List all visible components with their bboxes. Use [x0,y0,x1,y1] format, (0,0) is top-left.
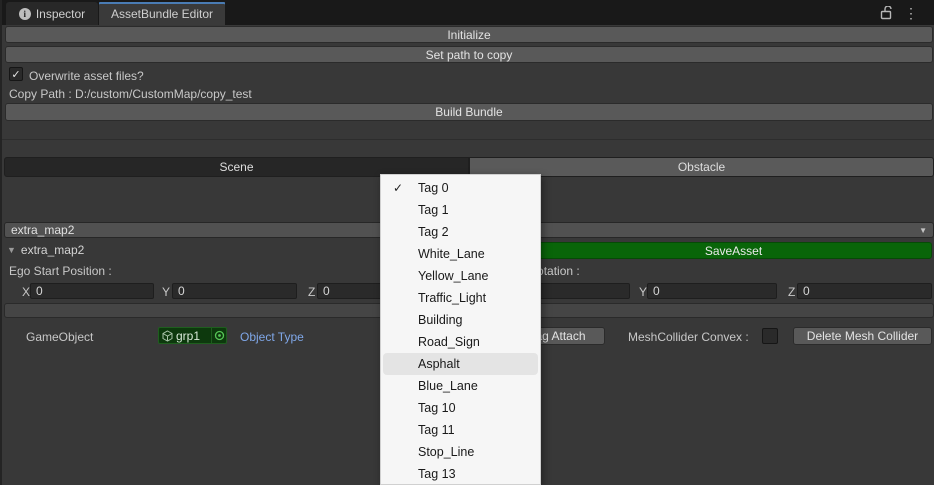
tag-menu-item-label: Tag 13 [418,467,456,481]
tag-menu-item-label: Traffic_Light [418,291,486,305]
tab-inspector[interactable]: i Inspector [6,2,98,25]
tag-menu-item[interactable]: Blue_Lane [383,375,538,397]
tag-menu-item[interactable]: White_Lane [383,243,538,265]
overwrite-checkbox[interactable]: ✓ [9,67,23,81]
tag-menu-item[interactable]: Stop_Line [383,441,538,463]
tab-inspector-label: Inspector [36,7,85,21]
window-tab-bar: i Inspector AssetBundle Editor ⋮ [2,0,934,25]
checkmark-icon: ✓ [393,181,403,195]
tag-menu-item[interactable]: Tag 11 [383,419,538,441]
gameobject-field-value: grp1 [176,329,200,343]
object-picker-icon[interactable] [211,328,226,343]
gameobject-object-field[interactable]: grp1 [158,327,227,344]
tag-menu-item[interactable]: Tag 2 [383,221,538,243]
meshcollider-convex-label: MeshCollider Convex : [628,330,749,344]
position-x-field[interactable]: 0 [30,283,154,299]
assetbundle-editor-window: i Inspector AssetBundle Editor ⋮ Initial… [0,0,934,485]
rotation-y-label: Y [639,285,647,299]
tag-menu-item[interactable]: Building [383,309,538,331]
foldout-arrow-icon: ▼ [7,245,16,255]
tag-menu-item-label: Building [418,313,462,327]
tag-menu-item-label: Blue_Lane [418,379,478,393]
tag-menu-item[interactable]: Yellow_Lane [383,265,538,287]
rotation-y-field[interactable]: 0 [647,283,777,299]
copy-path-text: Copy Path : D:/custom/CustomMap/copy_tes… [9,87,252,101]
delete-mesh-collider-button[interactable]: Delete Mesh Collider [793,327,932,345]
tag-menu-item[interactable]: Road_Sign [383,331,538,353]
section-divider [2,139,934,140]
convex-checkbox[interactable]: ✓ [762,328,778,344]
tag-menu-item-label: White_Lane [418,247,485,261]
window-controls: ⋮ [880,0,934,25]
unlock-icon[interactable] [880,6,892,20]
save-asset-button[interactable]: SaveAsset [535,242,932,259]
position-y-field[interactable]: 0 [172,283,297,299]
tag-menu-item[interactable]: ✓ Tag 0 [383,177,538,199]
object-type-link[interactable]: Object Type [240,330,304,344]
tag-menu-item-label: Tag 2 [418,225,449,239]
checkmark-icon: ✓ [11,68,20,81]
map-select-value: extra_map2 [11,223,74,237]
build-bundle-button[interactable]: Build Bundle [5,103,933,121]
overwrite-label: Overwrite asset files? [29,69,144,83]
tab-assetbundle-editor[interactable]: AssetBundle Editor [99,2,225,25]
map-foldout-label: extra_map2 [21,243,84,257]
tag-menu-item[interactable]: Tag 10 [383,397,538,419]
rotation-z-field[interactable]: 0 [797,283,932,299]
tag-menu-item[interactable]: Asphalt [383,353,538,375]
tag-menu-item-label: Tag 11 [418,423,455,437]
tag-menu-item-label: Stop_Line [418,445,474,459]
tag-menu-item-label: Tag 10 [418,401,456,415]
position-y-label: Y [162,285,170,299]
info-icon: i [19,8,31,20]
tag-menu-item[interactable]: Tag 1 [383,199,538,221]
set-path-to-copy-button[interactable]: Set path to copy [5,46,933,63]
map-foldout[interactable]: ▼ extra_map2 [7,243,84,257]
tag-menu-item[interactable]: Traffic_Light [383,287,538,309]
initialize-button[interactable]: Initialize [5,26,933,43]
tag-menu-item-label: Tag 0 [418,181,449,195]
prefab-cube-icon [162,330,173,342]
kebab-menu-icon[interactable]: ⋮ [904,6,918,20]
tag-dropdown-menu: ✓ Tag 0 Tag 1 Tag 2 White_Lane Yellow_Lane Tra… [380,174,541,485]
tag-menu-item-label: Asphalt [418,357,460,371]
ego-start-position-label: Ego Start Position : [9,264,112,278]
position-x-label: X [22,285,30,299]
chevron-down-icon: ▼ [919,226,927,235]
tag-menu-item-label: Yellow_Lane [418,269,488,283]
gameobject-label: GameObject [26,330,93,344]
rotation-z-label: Z [788,285,795,299]
position-z-label: Z [308,285,315,299]
tag-menu-item-label: Tag 1 [418,203,449,217]
tag-menu-item-label: Road_Sign [418,335,480,349]
tag-menu-item[interactable]: Tag 13 [383,463,538,485]
tab-assetbundle-editor-label: AssetBundle Editor [111,7,213,21]
